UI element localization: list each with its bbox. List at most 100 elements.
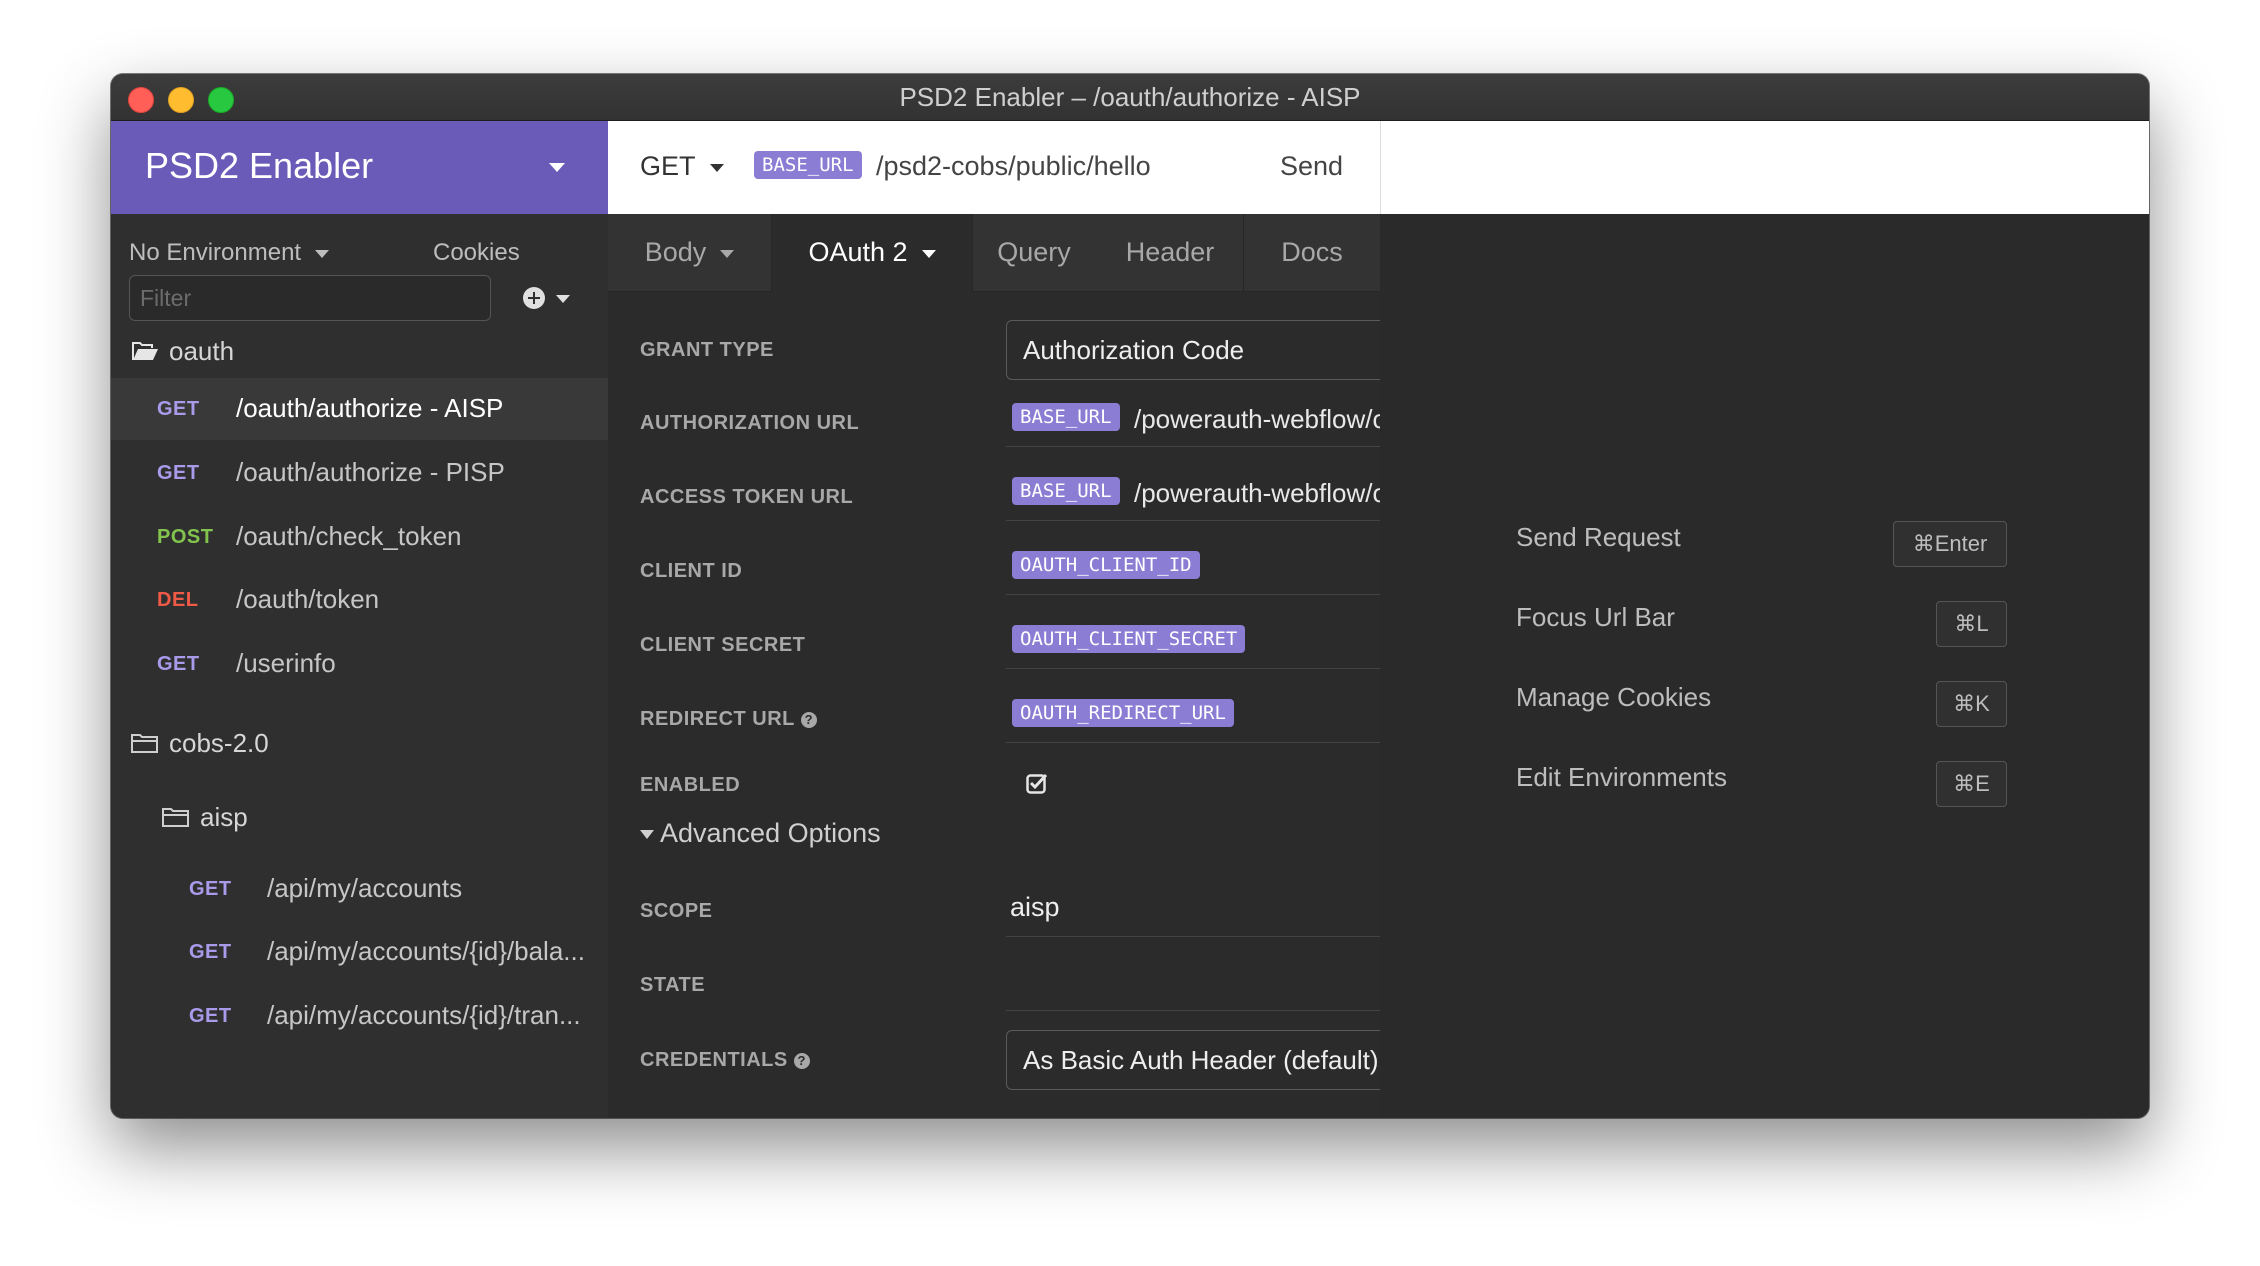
variable-tag[interactable]: BASE_URL (1012, 477, 1120, 505)
client-id-field[interactable]: OAUTH_CLIENT_ID (1006, 540, 1441, 595)
client-secret-field[interactable]: OAUTH_CLIENT_SECRET (1006, 614, 1441, 669)
grant-type-label: GRANT TYPE (640, 339, 774, 361)
request-item[interactable]: GET /userinfo (111, 633, 608, 695)
shortcut-label: Focus Url Bar (1516, 602, 1675, 632)
redirect-url-label: REDIRECT URL? (640, 708, 817, 731)
shortcut-key: ⌘K (1936, 681, 2007, 727)
checkbox-checked-icon[interactable] (1026, 772, 1048, 794)
request-item[interactable]: GET /api/my/accounts/{id}/tran... (111, 985, 608, 1047)
state-label: STATE (640, 974, 706, 996)
tab-auth[interactable]: OAuth 2 (771, 214, 973, 292)
enabled-label: ENABLED (640, 774, 741, 796)
chevron-down-icon (710, 164, 724, 172)
folder-aisp[interactable]: aisp (111, 787, 608, 849)
chevron-down-icon (556, 295, 570, 303)
send-button[interactable]: Send (1280, 151, 1343, 182)
tab-docs-label: Docs (1281, 237, 1343, 267)
advanced-options-toggle[interactable]: Advanced Options (640, 818, 881, 849)
request-path: /oauth/authorize - AISP (236, 393, 504, 423)
oauth-form: GRANT TYPE Authorization Code AUTHORIZAT… (608, 292, 1441, 1118)
response-pane: Send Request ⌘Enter Focus Url Bar ⌘L Man… (1380, 214, 2149, 1118)
filter-input[interactable] (129, 275, 491, 321)
tab-docs[interactable]: Docs (1244, 214, 1380, 291)
method-badge: GET (157, 653, 200, 675)
credentials-label-text: CREDENTIALS (640, 1049, 788, 1071)
folder-open-icon (132, 342, 158, 360)
request-item[interactable]: GET /api/my/accounts (111, 858, 608, 920)
request-item[interactable]: GET /oauth/authorize - PISP (111, 442, 608, 504)
request-item[interactable]: GET /api/my/accounts/{id}/bala... (111, 921, 608, 983)
request-path: /api/my/accounts/{id}/bala... (267, 936, 585, 966)
request-tabs: Body OAuth 2 Query Header Docs (608, 214, 1380, 292)
tab-body[interactable]: Body (608, 214, 771, 291)
cookies-button[interactable]: Cookies (433, 239, 520, 267)
environment-label: No Environment (129, 239, 302, 266)
chevron-down-icon (549, 163, 565, 172)
tab-query[interactable]: Query (971, 214, 1097, 291)
variable-tag[interactable]: OAUTH_CLIENT_SECRET (1012, 625, 1246, 653)
help-icon[interactable]: ? (800, 711, 817, 728)
url-bar: GET BASE_URL /psd2-cobs/public/hello Sen… (608, 121, 2149, 215)
workspace-dropdown[interactable]: PSD2 Enabler (111, 121, 608, 214)
method-badge: POST (157, 526, 214, 548)
variable-tag[interactable]: OAUTH_REDIRECT_URL (1012, 699, 1234, 727)
request-path: /oauth/check_token (236, 521, 462, 551)
request-path: /oauth/authorize - PISP (236, 457, 505, 487)
chevron-down-icon (921, 249, 936, 258)
variable-tag[interactable]: BASE_URL (1012, 403, 1120, 431)
folder-label: oauth (169, 336, 235, 366)
folder-cobs[interactable]: cobs-2.0 (111, 713, 608, 775)
request-item[interactable]: DEL /oauth/token (111, 569, 608, 631)
tab-header[interactable]: Header (1097, 214, 1243, 291)
folder-label: aisp (200, 802, 248, 832)
request-item[interactable]: GET /oauth/authorize - AISP (111, 378, 608, 440)
scope-value: aisp (1010, 892, 1060, 922)
title-bar: PSD2 Enabler – /oauth/authorize - AISP (111, 74, 2149, 121)
tab-body-label: Body (644, 237, 707, 267)
credentials-label: CREDENTIALS? (640, 1049, 810, 1072)
advanced-options-label: Advanced Options (660, 818, 881, 848)
scope-field[interactable]: aisp (1006, 882, 1441, 937)
environment-selector[interactable]: No Environment (129, 239, 330, 267)
request-path: /api/my/accounts (267, 873, 463, 903)
shortcut-key: ⌘E (1936, 761, 2007, 807)
state-field[interactable] (1006, 956, 1441, 1011)
tab-auth-label: OAuth 2 (808, 237, 908, 267)
chevron-down-icon (315, 249, 330, 258)
request-pane: Body OAuth 2 Query Header Docs GRANT TYP… (608, 214, 1441, 1118)
shortcut-key: ⌘Enter (1893, 521, 2007, 567)
folder-icon (162, 808, 189, 827)
request-path: /api/my/accounts/{id}/tran... (267, 1000, 581, 1030)
help-icon[interactable]: ? (793, 1052, 810, 1069)
shortcut-label: Edit Environments (1516, 762, 1727, 792)
workspace-title: PSD2 Enabler (145, 145, 374, 186)
add-request-button[interactable] (523, 284, 583, 314)
grant-type-select[interactable]: Authorization Code (1006, 320, 1441, 380)
chevron-down-icon (640, 830, 654, 840)
url-input[interactable]: /psd2-cobs/public/hello (876, 151, 1151, 182)
tab-query-label: Query (997, 237, 1071, 267)
window-title: PSD2 Enabler – /oauth/authorize - AISP (899, 82, 1361, 112)
url-divider (1380, 121, 1381, 214)
credentials-select[interactable]: As Basic Auth Header (default) (1006, 1030, 1441, 1090)
variable-tag[interactable]: OAUTH_CLIENT_ID (1012, 551, 1200, 579)
request-item[interactable]: POST /oauth/check_token (111, 506, 608, 568)
folder-oauth[interactable]: oauth (111, 321, 608, 383)
authorization-url-label: AUTHORIZATION URL (640, 412, 860, 434)
redirect-url-field[interactable]: OAUTH_REDIRECT_URL (1006, 688, 1441, 743)
access-token-url-field[interactable]: BASE_URL /powerauth-webflow/oaut (1006, 466, 1441, 521)
url-variable-tag[interactable]: BASE_URL (754, 151, 862, 179)
request-path: /userinfo (236, 648, 336, 678)
shortcut-label: Manage Cookies (1516, 682, 1712, 712)
client-secret-label: CLIENT SECRET (640, 634, 806, 656)
authorization-url-field[interactable]: BASE_URL /powerauth-webflow/oaut (1006, 392, 1441, 447)
shortcut-label: Send Request (1516, 522, 1681, 552)
client-id-label: CLIENT ID (640, 560, 743, 582)
grant-type-value: Authorization Code (1023, 335, 1245, 365)
method-badge: GET (189, 878, 232, 900)
method-badge: GET (189, 1005, 232, 1027)
app-window: PSD2 Enabler – /oauth/authorize - AISP P… (111, 74, 2149, 1118)
method-dropdown[interactable]: GET (640, 151, 696, 182)
folder-label: cobs-2.0 (169, 728, 269, 758)
shortcut-key: ⌘L (1936, 601, 2007, 647)
